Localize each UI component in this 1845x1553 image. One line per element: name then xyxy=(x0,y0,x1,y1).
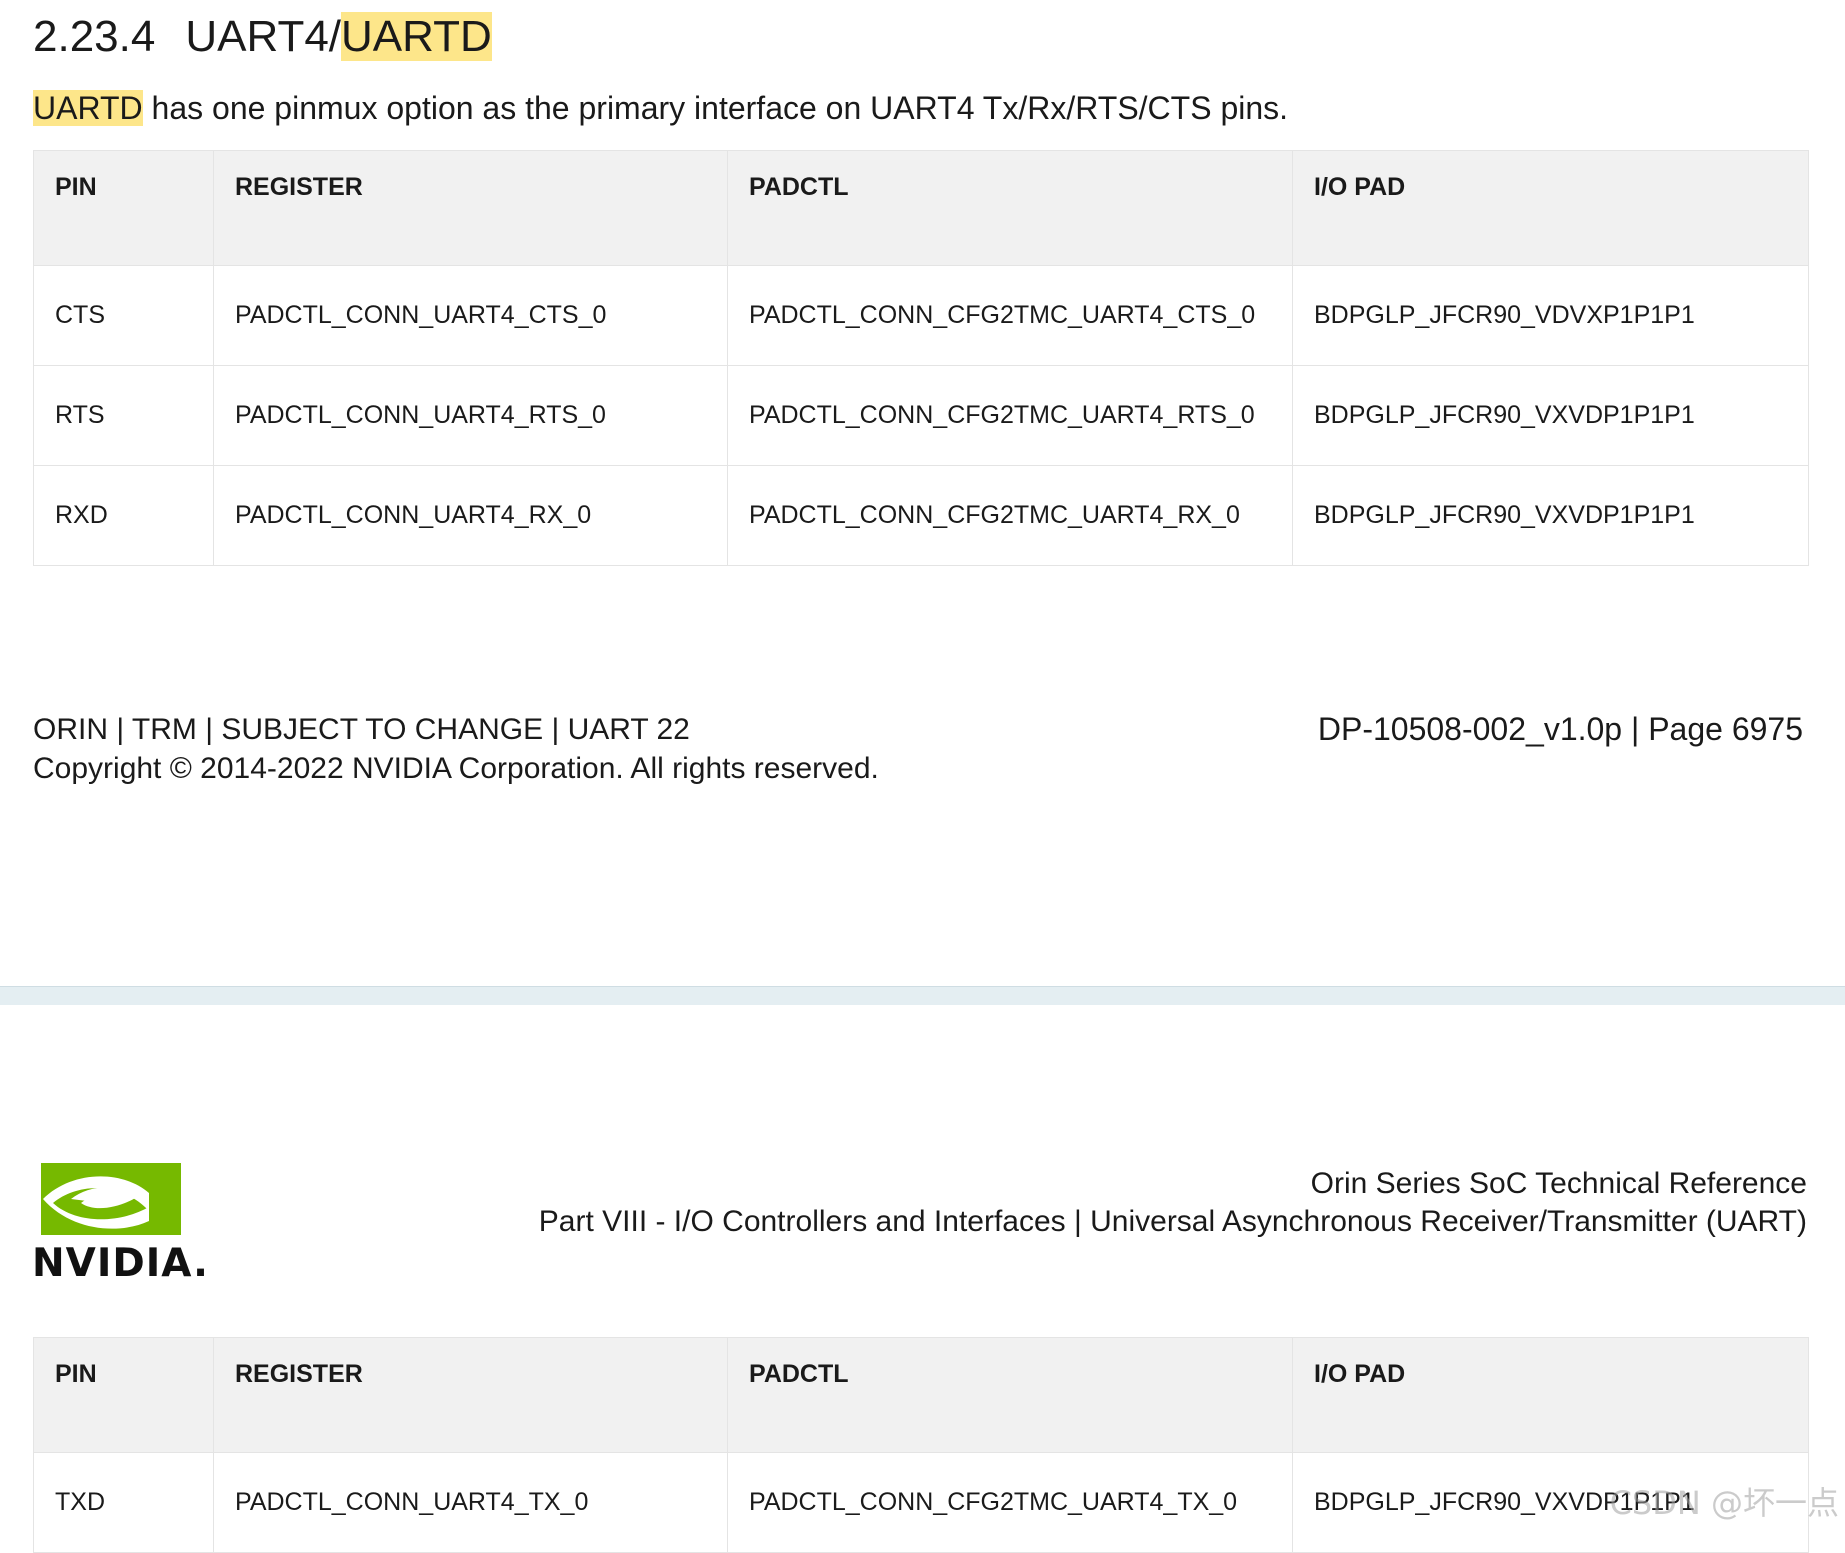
cell-pin: TXD xyxy=(33,1452,214,1553)
section-title-highlight: UARTD xyxy=(341,12,492,61)
document-page-bottom: NVIDIA. Orin Series SoC Technical Refere… xyxy=(0,1005,1845,1553)
header-padctl: PADCTL xyxy=(727,150,1293,266)
section-title-text: UART4/ xyxy=(185,12,342,61)
section-title: 2.23.4 UART4/UARTD xyxy=(33,10,492,64)
table-header-row: PIN REGISTER PADCTL I/O PAD xyxy=(33,1337,1809,1453)
header-part-title: Part VIII - I/O Controllers and Interfac… xyxy=(538,1205,1807,1238)
cell-register: PADCTL_CONN_UART4_RTS_0 xyxy=(213,365,728,466)
pinmux-table-page2: PIN REGISTER PADCTL I/O PAD TXD PADCTL_C… xyxy=(33,1337,1809,1553)
intro-text: has one pinmux option as the primary int… xyxy=(142,90,1289,126)
cell-io-pad: BDPGLP_JFCR90_VXVDP1P1P1 xyxy=(1292,465,1809,566)
table-row: CTS PADCTL_CONN_UART4_CTS_0 PADCTL_CONN_… xyxy=(33,265,1809,366)
cell-pin: RTS xyxy=(33,365,214,466)
intro-highlight: UARTD xyxy=(33,90,143,126)
cell-register: PADCTL_CONN_UART4_TX_0 xyxy=(213,1452,728,1553)
footer-trm-line: ORIN | TRM | SUBJECT TO CHANGE | UART 22 xyxy=(33,713,690,746)
page-separator xyxy=(0,986,1845,1006)
page-header: Orin Series SoC Technical Reference Part… xyxy=(539,1165,1807,1241)
cell-padctl: PADCTL_CONN_CFG2TMC_UART4_TX_0 xyxy=(727,1452,1293,1553)
pinmux-table-page1: PIN REGISTER PADCTL I/O PAD CTS PADCTL_C… xyxy=(33,150,1809,566)
header-io-pad: I/O PAD xyxy=(1292,1337,1809,1453)
document-page-top: 2.23.4 UART4/UARTD UARTD has one pinmux o… xyxy=(0,0,1845,986)
page-footer-left: ORIN | TRM | SUBJECT TO CHANGE | UART 22… xyxy=(33,710,879,788)
table-row: RTS PADCTL_CONN_UART4_RTS_0 PADCTL_CONN_… xyxy=(33,365,1809,466)
header-doc-title: Orin Series SoC Technical Reference xyxy=(1310,1167,1807,1200)
footer-doc-page: DP-10508-002_v1.0p | Page 6975 xyxy=(1317,711,1803,747)
table-row: TXD PADCTL_CONN_UART4_TX_0 PADCTL_CONN_C… xyxy=(33,1452,1809,1553)
cell-padctl: PADCTL_CONN_CFG2TMC_UART4_CTS_0 xyxy=(727,265,1293,366)
footer-copyright: Copyright © 2014-2022 NVIDIA Corporation… xyxy=(33,752,879,785)
cell-register: PADCTL_CONN_UART4_CTS_0 xyxy=(213,265,728,366)
cell-io-pad: BDPGLP_JFCR90_VDVXP1P1P1 xyxy=(1292,265,1809,366)
cell-padctl: PADCTL_CONN_CFG2TMC_UART4_RTS_0 xyxy=(727,365,1293,466)
csdn-watermark: CSDN @坏一点 xyxy=(1609,1484,1839,1522)
header-pin: PIN xyxy=(33,1337,214,1453)
nvidia-logo: NVIDIA. xyxy=(32,1163,208,1286)
header-register: REGISTER xyxy=(213,150,728,266)
cell-padctl: PADCTL_CONN_CFG2TMC_UART4_RX_0 xyxy=(727,465,1293,566)
cell-register: PADCTL_CONN_UART4_RX_0 xyxy=(213,465,728,566)
cell-pin: RXD xyxy=(33,465,214,566)
section-number: 2.23.4 xyxy=(33,12,156,61)
header-pin: PIN xyxy=(33,150,214,266)
table-header-row: PIN REGISTER PADCTL I/O PAD xyxy=(33,150,1809,266)
nvidia-wordmark: NVIDIA. xyxy=(32,1241,209,1286)
header-io-pad: I/O PAD xyxy=(1292,150,1809,266)
header-padctl: PADCTL xyxy=(727,1337,1293,1453)
table-row: RXD PADCTL_CONN_UART4_RX_0 PADCTL_CONN_C… xyxy=(33,465,1809,566)
cell-pin: CTS xyxy=(33,265,214,366)
cell-io-pad: BDPGLP_JFCR90_VXVDP1P1P1 xyxy=(1292,365,1809,466)
intro-paragraph: UARTD has one pinmux option as the prima… xyxy=(33,86,1288,130)
nvidia-eye-icon xyxy=(41,1163,181,1235)
header-register: REGISTER xyxy=(213,1337,728,1453)
